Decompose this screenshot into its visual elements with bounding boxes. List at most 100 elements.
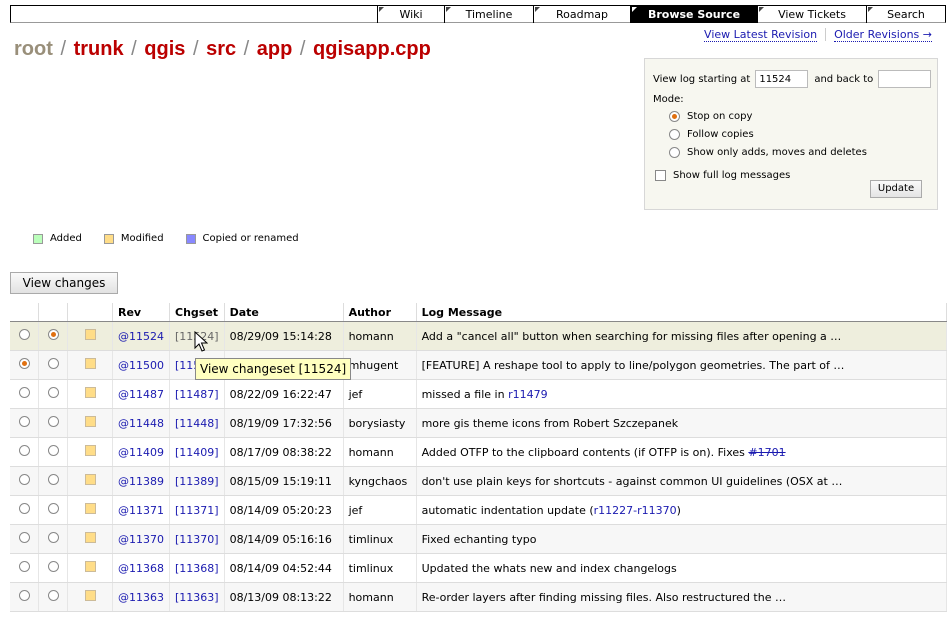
modified-icon xyxy=(84,329,96,340)
context-navigation: View Latest Revision Older Revisions → xyxy=(696,28,940,42)
old-revision-radio[interactable] xyxy=(18,416,30,427)
nav-corner-icon xyxy=(535,7,540,12)
view-latest-revision-link[interactable]: View Latest Revision xyxy=(704,28,818,42)
rev-link[interactable]: @11409 xyxy=(118,446,164,459)
new-revision-cell xyxy=(38,321,68,351)
column-header-log-message[interactable]: Log Message xyxy=(416,303,948,322)
changeset-link[interactable]: [11389] xyxy=(175,475,219,488)
new-revision-cell xyxy=(38,437,68,467)
old-revision-radio[interactable] xyxy=(18,590,30,601)
breadcrumb-item[interactable]: qgis xyxy=(144,38,185,60)
author-cell: jef xyxy=(343,379,417,409)
column-header-chgset[interactable]: Chgset xyxy=(169,303,225,322)
author-cell: timlinux xyxy=(343,553,417,583)
new-revision-radio[interactable] xyxy=(47,358,59,369)
modified-icon xyxy=(84,387,96,398)
breadcrumb-item[interactable]: src xyxy=(206,38,236,60)
back-label: and back to xyxy=(814,73,874,85)
log-message-text: Added OTFP to the clipboard contents (if… xyxy=(421,445,749,459)
mode-adds-moves-deletes-radio[interactable] xyxy=(669,147,680,158)
full-log-checkbox[interactable] xyxy=(655,170,666,181)
new-revision-radio[interactable] xyxy=(47,503,59,514)
rev-link[interactable]: @11363 xyxy=(118,591,164,604)
new-revision-radio[interactable] xyxy=(47,445,59,456)
start-revision-input[interactable] xyxy=(755,70,809,88)
old-revision-radio[interactable] xyxy=(18,329,30,340)
log-preferences-form: View log starting at and back to Mode: S… xyxy=(644,58,938,210)
breadcrumb-item[interactable]: app xyxy=(257,38,293,60)
old-revision-radio[interactable] xyxy=(18,445,30,456)
changeset-link[interactable]: [11448] xyxy=(175,417,219,430)
nav-wiki[interactable]: Wiki xyxy=(377,6,444,23)
old-revision-radio[interactable] xyxy=(18,532,30,543)
new-revision-radio[interactable] xyxy=(47,561,59,572)
nav-browse-source[interactable]: Browse Source xyxy=(630,6,757,23)
column-header-rev[interactable]: Rev xyxy=(112,303,170,322)
new-revision-radio[interactable] xyxy=(47,532,59,543)
breadcrumb-separator: / xyxy=(131,38,137,60)
rev-link[interactable]: @11371 xyxy=(118,504,164,517)
changeset-link[interactable]: [11363] xyxy=(175,591,219,604)
date-cell: 08/15/09 15:19:11 xyxy=(224,466,344,496)
rev-link[interactable]: @11448 xyxy=(118,417,164,430)
changeset-link[interactable]: [11370] xyxy=(175,533,219,546)
old-revision-radio[interactable] xyxy=(18,358,30,369)
nav-corner-icon xyxy=(379,7,384,12)
old-revision-cell xyxy=(10,495,39,525)
new-revision-radio[interactable] xyxy=(47,387,59,398)
changeset-link[interactable]: [11368] xyxy=(175,562,219,575)
new-revision-radio[interactable] xyxy=(47,590,59,601)
chgset-cell: [11363] xyxy=(169,582,225,612)
old-revision-radio[interactable] xyxy=(18,474,30,485)
nav-label: Roadmap xyxy=(555,8,609,21)
rev-link[interactable]: @11370 xyxy=(118,533,164,546)
back-revision-input[interactable] xyxy=(878,70,932,88)
rev-link[interactable]: @11524 xyxy=(118,330,164,343)
date-cell: 08/14/09 05:16:16 xyxy=(224,524,344,554)
mode-stop-on-copy-label: Stop on copy xyxy=(687,111,753,122)
changeset-link[interactable]: [11371] xyxy=(175,504,219,517)
breadcrumb-separator: / xyxy=(192,38,199,60)
rev-link[interactable]: @11389 xyxy=(118,475,164,488)
ticket-link[interactable]: #1701 xyxy=(748,446,785,459)
breadcrumb-item[interactable]: trunk xyxy=(74,38,124,60)
nav-timeline[interactable]: Timeline xyxy=(444,6,533,23)
old-revision-radio[interactable] xyxy=(18,561,30,572)
breadcrumb-root[interactable]: root xyxy=(14,38,53,60)
chgset-cell: [11448] xyxy=(169,408,225,438)
new-revision-radio[interactable] xyxy=(47,416,59,427)
chgset-cell: [11371] xyxy=(169,495,225,525)
mode-follow-copies-radio[interactable] xyxy=(669,129,680,140)
author-cell: timlinux xyxy=(343,524,417,554)
nav-view-tickets[interactable]: View Tickets xyxy=(757,6,866,23)
revision-link[interactable]: r11479 xyxy=(508,388,548,401)
old-revision-radio[interactable] xyxy=(18,503,30,514)
date-cell: 08/14/09 04:52:44 xyxy=(224,553,344,583)
nav-search[interactable]: Search xyxy=(866,6,945,23)
changeset-link[interactable]: [11409] xyxy=(175,446,219,459)
new-revision-radio[interactable] xyxy=(47,474,59,485)
nav-corner-icon xyxy=(446,7,451,12)
update-button[interactable]: Update xyxy=(870,180,922,198)
new-revision-cell xyxy=(38,553,68,583)
column-header-date[interactable]: Date xyxy=(224,303,344,322)
rev-cell: @11500 xyxy=(112,350,170,380)
rev-link[interactable]: @11368 xyxy=(118,562,164,575)
mode-stop-on-copy-radio[interactable] xyxy=(669,111,680,122)
revision-range-link[interactable]: r11227-r11370 xyxy=(594,504,677,517)
mode-follow-copies-label: Follow copies xyxy=(687,129,754,140)
rev-cell: @11371 xyxy=(112,495,170,525)
change-type-cell xyxy=(67,408,113,438)
breadcrumb-item[interactable]: qgisapp.cpp xyxy=(313,38,431,60)
column-header-author[interactable]: Author xyxy=(343,303,417,322)
table-row: @11370 [11370] 08/14/09 05:16:16 timlinux Fi… xyxy=(10,524,948,554)
older-revisions-link[interactable]: Older Revisions → xyxy=(834,28,932,42)
new-revision-radio[interactable] xyxy=(47,329,59,340)
nav-roadmap[interactable]: Roadmap xyxy=(533,6,630,23)
old-revision-radio[interactable] xyxy=(18,387,30,398)
table-row: @11409 [11409] 08/17/09 08:38:22 homann Adde… xyxy=(10,437,948,467)
view-changes-button[interactable]: View changes xyxy=(10,272,118,294)
rev-link[interactable]: @11487 xyxy=(118,388,164,401)
changeset-link[interactable]: [11487] xyxy=(175,388,219,401)
rev-link[interactable]: @11500 xyxy=(118,359,164,372)
